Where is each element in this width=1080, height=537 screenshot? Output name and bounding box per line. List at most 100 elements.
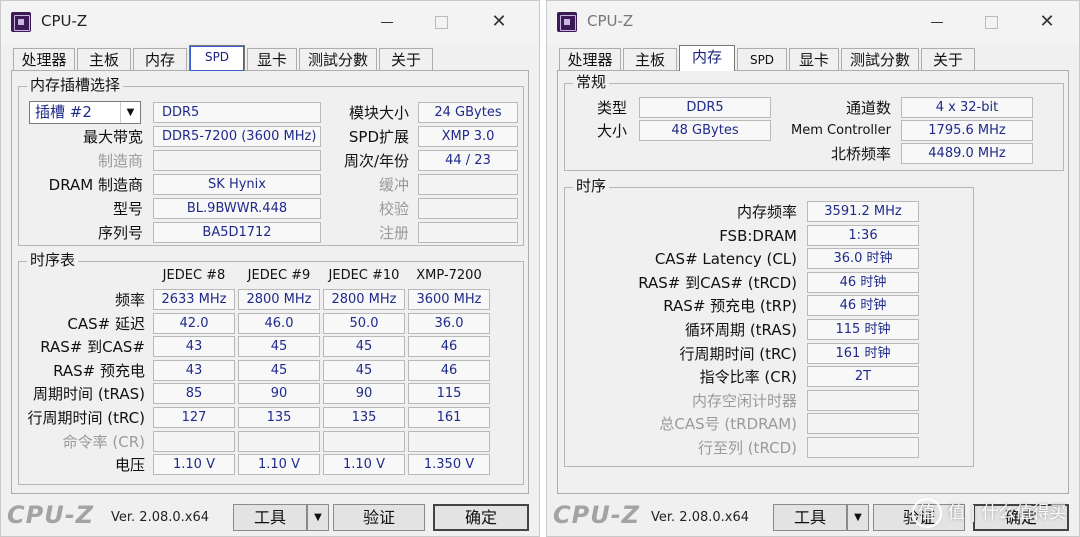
ok-button[interactable]: 确定 [433,504,529,531]
tab-about[interactable]: 关于 [379,48,433,71]
timing-cell: 43 [153,336,235,358]
window-title: CPU-Z [41,12,88,30]
timing-cell: 36.0 [408,312,490,334]
tab-bench[interactable]: 测試分數 [841,48,919,71]
timing-cell: 90 [323,383,405,405]
tab-memory[interactable]: 内存 [679,45,735,71]
tab-mainboard[interactable]: 主板 [77,48,131,71]
cpu-z-chip-icon [11,12,31,32]
general-group: 常规 类型 DDR5 通道数 4 x 32-bit 大小 48 GBytes M… [564,73,1064,171]
timing-row-label: 频率 [114,291,145,309]
tab-strip: 处理器 主板 内存 SPD 显卡 测試分數 关于 [11,45,529,71]
memory-timing-label: 循环周期 (tRAS) [685,321,797,339]
timing-row-label: RAS# 预充电 [53,361,145,380]
registered-field [418,222,518,243]
tab-about[interactable]: 关于 [921,48,975,71]
memory-timing-label: 内存频率 [736,203,797,221]
week-year-label: 周次/年份 [343,152,409,170]
title-bar[interactable]: CPU-Z ✕ [547,1,1079,43]
chevron-down-icon[interactable]: ▼ [120,102,140,123]
title-bar[interactable]: CPU-Z ✕ [1,1,539,43]
group-title-general: 常规 [573,73,610,91]
buffered-label: 缓冲 [378,176,409,194]
tab-bench[interactable]: 测試分數 [299,48,377,71]
memory-type-field: DDR5 [153,102,321,123]
serial-number-label: 序列号 [97,224,143,242]
timing-cell: 45 [323,336,405,358]
mem-controller-field: 1795.6 MHz [901,120,1033,141]
tools-button[interactable]: 工具 [233,504,307,531]
memory-timing-value [807,437,919,458]
memory-timing-label: RAS# 预充电 (tRP) [663,297,797,316]
memory-timing-value: 115 时钟 [807,319,919,340]
correction-field [418,198,518,219]
timing-row-label: 行周期时间 (tRC) [27,409,145,427]
tab-mainboard[interactable]: 主板 [623,48,677,71]
timing-cell: 2800 MHz [238,289,320,310]
size-field: 48 GBytes [639,120,771,141]
close-icon[interactable]: ✕ [483,7,515,37]
timing-cell: 1.10 V [323,454,405,476]
module-size-label: 模块大小 [348,104,409,122]
memory-timing-label: 指令比率 (CR) [699,368,797,387]
validate-button[interactable]: 验证 [333,504,425,531]
buffered-field [418,174,518,195]
timings-table-group: 时序表 JEDEC #8 JEDEC #9 JEDEC #10 XMP-7200… [18,251,524,485]
cpu-z-logo: CPU-Z [553,501,641,529]
timing-row-label: CAS# 延迟 [67,314,145,333]
close-icon[interactable]: ✕ [1031,7,1063,37]
spd-panel: 内存插槽选择 插槽 #2 ▼ DDR5 模块大小 24 GBytes 最大带宽 … [11,70,529,494]
chevron-down-icon[interactable]: ▼ [847,504,869,531]
tab-graphics[interactable]: 显卡 [789,48,839,71]
memory-timing-value: 161 时钟 [807,342,919,364]
spd-ext-label: SPD扩展 [348,128,409,146]
timing-cell: 90 [238,383,320,405]
version-label: Ver. 2.08.0.x64 [111,510,210,525]
tab-memory[interactable]: 内存 [133,48,187,71]
memory-timing-value: 36.0 时钟 [807,248,919,270]
timing-cell: 85 [153,383,235,405]
slot-select[interactable]: 插槽 #2 ▼ [29,101,141,124]
timing-row-label: 电压 [114,456,145,475]
memory-timing-label: 行至列 (tRCD) [697,439,797,457]
minimize-icon[interactable] [921,7,953,37]
correction-label: 校验 [378,200,409,218]
serial-number-field: BA5D1712 [153,222,321,243]
tab-graphics[interactable]: 显卡 [247,48,297,71]
maximize-icon[interactable] [975,7,1007,37]
cpuz-window-memory: CPU-Z ✕ 处理器 主板 内存 SPD 显卡 测試分數 关于 常规 类型 D… [546,0,1080,537]
memory-timing-value [807,413,919,435]
module-size-field: 24 GBytes [418,102,518,123]
maximize-icon[interactable] [425,7,457,37]
group-title-timings: 时序 [573,177,610,195]
nb-freq-field: 4489.0 MHz [901,143,1033,164]
timing-cell: 50.0 [323,312,405,334]
watermark-logo-icon [912,494,942,532]
mem-controller-label: Mem Controller [791,123,891,138]
memory-timing-label: 行周期时间 (tRC) [679,344,797,363]
minimize-icon[interactable] [371,7,403,37]
timing-cell: 161 [408,407,490,428]
memory-slot-group: 内存插槽选择 插槽 #2 ▼ DDR5 模块大小 24 GBytes 最大带宽 … [18,76,524,246]
timing-cell: 2633 MHz [153,289,235,310]
tab-cpu[interactable]: 处理器 [559,48,621,71]
memory-timing-value [807,389,919,411]
timing-cell: 3600 MHz [408,289,490,310]
size-label: 大小 [596,122,627,140]
tab-spd[interactable]: SPD [737,48,787,71]
timing-cell: 45 [238,359,320,381]
watermark-text: 值 | 什么值得买 [948,503,1067,523]
manufacturer-field [153,150,321,171]
group-title-slot: 内存插槽选择 [27,76,124,94]
tab-strip: 处理器 主板 内存 SPD 显卡 测試分數 关于 [557,45,1069,71]
timings-group: 时序 内存频率 3591.2 MHz FSB:DRAM 1:36 CAS# Latenc… [564,177,974,467]
column-header: XMP-7200 [416,268,482,283]
memory-timing-value: 3591.2 MHz [807,201,919,222]
tab-cpu[interactable]: 处理器 [13,48,75,71]
column-header: JEDEC #8 [162,268,226,283]
timing-cell: 2800 MHz [323,289,405,310]
tab-spd[interactable]: SPD [189,45,245,71]
timing-cell: 1.10 V [153,454,235,476]
tools-button[interactable]: 工具 [773,504,847,531]
chevron-down-icon[interactable]: ▼ [307,504,329,531]
